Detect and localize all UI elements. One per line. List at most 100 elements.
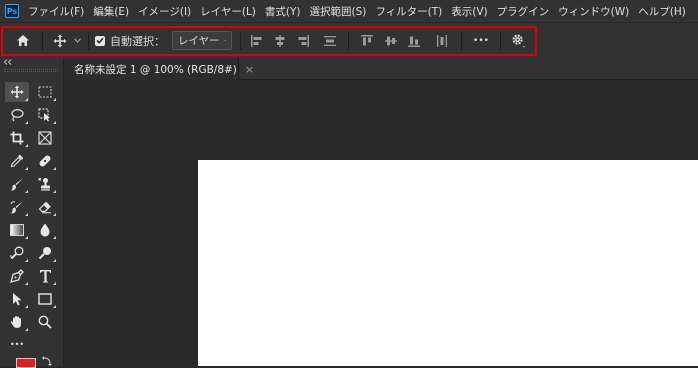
chevron-down-icon [223, 39, 226, 42]
brush-tool[interactable] [5, 174, 29, 194]
align-left-edges-button[interactable] [248, 23, 266, 58]
menu-file[interactable]: ファイル(F) [28, 4, 84, 19]
tools-panel: ••• [0, 58, 64, 368]
distribute-horizontal-icon [437, 34, 447, 47]
menu-help[interactable]: ヘルプ(H) [638, 4, 686, 19]
separator [461, 32, 462, 50]
auto-select-target-dropdown[interactable]: レイヤー [172, 31, 232, 50]
history-brush-tool[interactable] [5, 197, 29, 217]
auto-select-toggle[interactable]: 自動選択： [95, 23, 167, 58]
burn-tool[interactable] [33, 243, 57, 263]
blur-tool[interactable] [33, 220, 57, 240]
rectangle-icon [38, 293, 52, 305]
check-icon [96, 37, 104, 44]
burn-icon [38, 247, 51, 260]
swap-colors-icon[interactable] [42, 356, 52, 366]
more-icon: ••• [9, 339, 25, 349]
frame-tool[interactable] [33, 128, 57, 148]
move-icon [10, 85, 24, 99]
crop-icon [10, 131, 24, 145]
pen-tool[interactable] [5, 266, 29, 286]
align-right-icon [298, 34, 309, 47]
lasso-icon [11, 109, 24, 122]
crop-tool[interactable] [5, 128, 29, 148]
collapse-panel-icon[interactable] [3, 59, 12, 65]
menu-image[interactable]: イメージ(I) [138, 4, 191, 19]
menu-plugins[interactable]: プラグイン [497, 4, 550, 19]
align-right-edges-button[interactable] [294, 23, 312, 58]
menu-edit[interactable]: 編集(E) [93, 4, 129, 19]
brush-icon [10, 178, 23, 191]
eyedropper-tool[interactable] [5, 151, 29, 171]
more-icon: ••• [473, 35, 489, 46]
eraser-icon [38, 201, 51, 214]
auto-select-label: 自動選択： [110, 34, 165, 48]
align-middle-icon [385, 36, 397, 45]
gradient-tool[interactable] [5, 220, 29, 240]
gear-icon [511, 34, 525, 48]
foreground-color-swatch[interactable] [16, 358, 36, 368]
more-options-button[interactable]: ••• [469, 23, 493, 58]
dodge-icon [10, 246, 24, 260]
arrow-pointer-icon [13, 293, 22, 306]
menu-select[interactable]: 選択範囲(S) [310, 4, 367, 19]
home-icon [17, 35, 29, 46]
document-tab[interactable]: 名称未設定 1 @ 100% (RGB/8#) × [64, 58, 254, 80]
menu-layer[interactable]: レイヤー(L) [200, 4, 256, 19]
align-top-edges-button[interactable] [358, 23, 376, 58]
object-selection-tool[interactable] [33, 105, 57, 125]
align-left-icon [251, 34, 262, 47]
menu-type[interactable]: 書式(Y) [265, 4, 301, 19]
eraser-tool[interactable] [33, 197, 57, 217]
hand-icon [10, 316, 21, 328]
eyedropper-icon [10, 154, 24, 168]
move-tool-preset-picker[interactable] [50, 23, 84, 58]
settings-button[interactable] [507, 23, 529, 58]
history-brush-icon [10, 201, 23, 214]
separator [348, 32, 349, 50]
menu-view[interactable]: 表示(V) [451, 4, 487, 19]
gradient-icon [10, 224, 24, 236]
zoom-tool[interactable] [33, 312, 57, 332]
rectangle-tool[interactable] [33, 289, 57, 309]
auto-select-target-dropdown-wrap: レイヤー [172, 23, 232, 58]
dodge-tool[interactable] [5, 243, 29, 263]
clone-stamp-tool[interactable] [33, 174, 57, 194]
lasso-tool[interactable] [5, 105, 29, 125]
spot-healing-brush-tool[interactable] [33, 151, 57, 171]
marquee-icon [38, 86, 52, 98]
frame-icon [38, 131, 52, 145]
home-button[interactable] [12, 23, 34, 58]
water-drop-icon [40, 223, 50, 237]
menu-window[interactable]: ウィンドウ(W) [558, 4, 629, 19]
align-bottom-icon [408, 36, 420, 47]
hand-tool[interactable] [5, 312, 29, 332]
align-bottom-edges-button[interactable] [405, 23, 423, 58]
move-tool[interactable] [5, 82, 29, 102]
edit-toolbar-button[interactable]: ••• [5, 334, 29, 354]
move-icon [53, 34, 67, 47]
object-selection-icon [38, 108, 50, 122]
separator [42, 32, 43, 50]
panel-grip[interactable] [4, 69, 58, 72]
menu-filter[interactable]: フィルター(T) [375, 4, 442, 19]
rectangular-marquee-tool[interactable] [33, 82, 57, 102]
align-horizontal-centers-button[interactable] [271, 23, 289, 58]
options-bar: 自動選択： レイヤー ••• [0, 22, 698, 58]
distribute-vertical-icon [324, 35, 336, 46]
distribute-horizontally-button[interactable] [433, 23, 451, 58]
magnifier-icon [38, 315, 52, 329]
stamp-icon [38, 177, 50, 191]
auto-select-checkbox[interactable] [95, 35, 105, 46]
separator [240, 32, 241, 50]
dropdown-value: レイヤー [178, 35, 220, 47]
distribute-vertically-button[interactable] [321, 23, 339, 58]
document-tab-title: 名称未設定 1 @ 100% (RGB/8#) [74, 63, 237, 76]
healing-bandage-icon [39, 155, 51, 167]
document-canvas[interactable] [198, 160, 698, 366]
photoshop-logo: Ps [5, 4, 19, 18]
align-vertical-centers-button[interactable] [382, 23, 400, 58]
type-tool[interactable] [33, 266, 57, 286]
close-icon[interactable]: × [245, 63, 254, 76]
path-selection-tool[interactable] [5, 289, 29, 309]
